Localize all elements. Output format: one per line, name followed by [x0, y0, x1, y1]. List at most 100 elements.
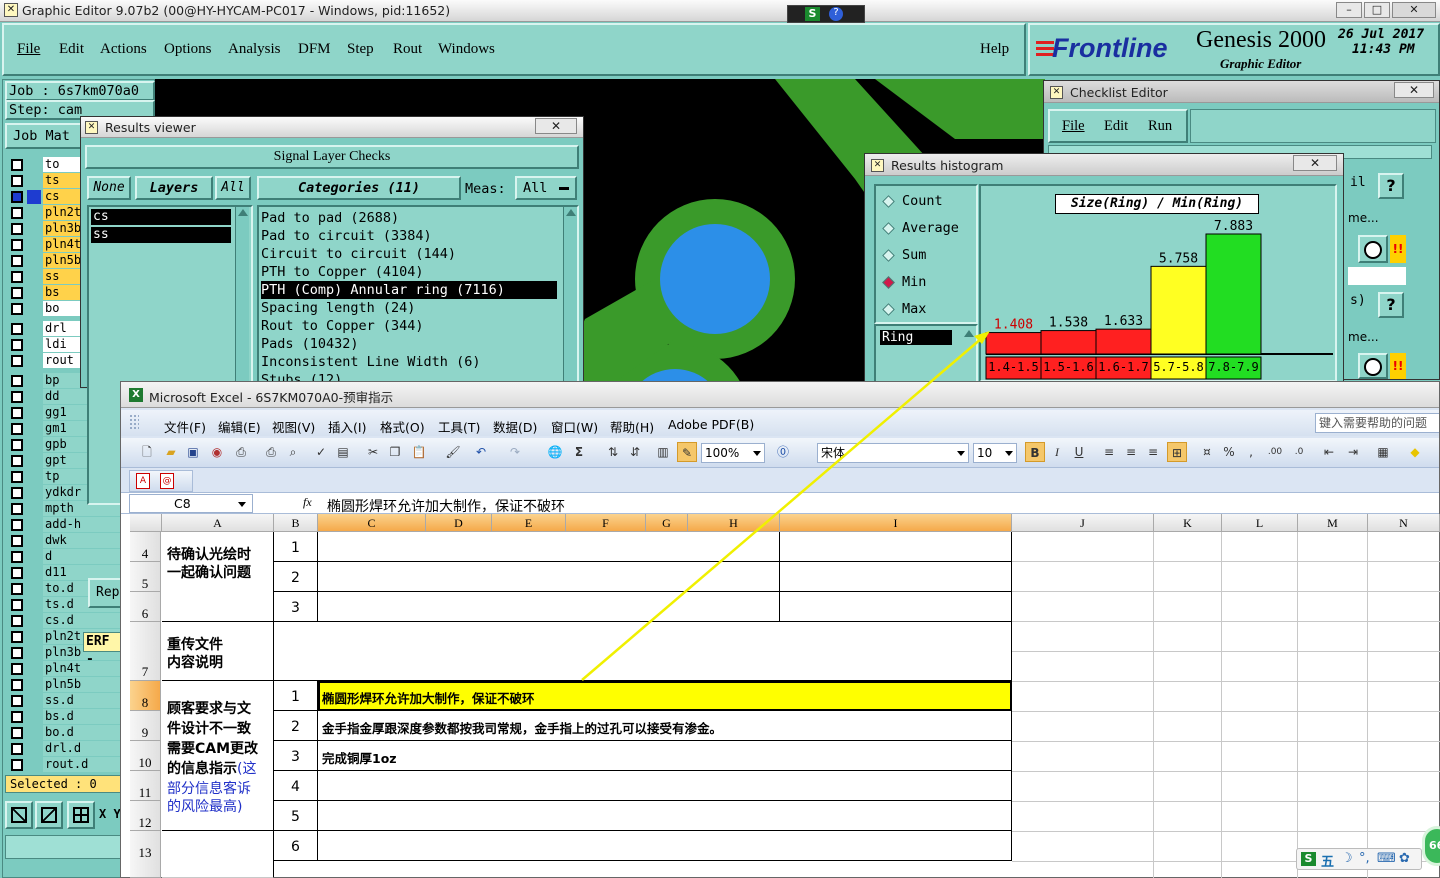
menu-options[interactable]: Options	[164, 41, 212, 58]
col-header-a[interactable]: A	[162, 514, 274, 532]
layer-row[interactable]: pln4t	[7, 661, 123, 677]
scroll-up-icon[interactable]	[566, 209, 576, 216]
ce-zoom-button-2[interactable]	[1358, 353, 1388, 379]
layer-checkbox[interactable]	[11, 255, 23, 267]
col-header-e[interactable]: E	[492, 514, 566, 532]
layer-checkbox[interactable]	[11, 355, 23, 367]
radio-icon[interactable]	[882, 195, 895, 208]
name-box[interactable]: C8	[129, 494, 253, 513]
col-header-k[interactable]: K	[1154, 514, 1222, 532]
col-header-b[interactable]: B	[274, 514, 318, 532]
category-item[interactable]: Inconsistent Line Width (6)	[261, 353, 480, 371]
open-icon[interactable]: ▰	[161, 442, 181, 462]
keyboard-icon[interactable]: ⌨	[1377, 851, 1396, 866]
layer-checkbox[interactable]	[11, 323, 23, 335]
measure-tool-button[interactable]	[35, 801, 63, 829]
layer-checkbox[interactable]	[11, 679, 23, 691]
cell-i4[interactable]	[780, 532, 1012, 562]
layer-row[interactable]: drl.d	[7, 741, 123, 757]
layer-checkbox[interactable]	[11, 191, 23, 203]
layer-row[interactable]: bo.d	[7, 725, 123, 741]
layer-row[interactable]: add-h	[7, 517, 123, 533]
menu-step[interactable]: Step	[347, 41, 374, 58]
stat-radio[interactable]: Average	[882, 219, 972, 239]
percent-icon[interactable]: %	[1219, 442, 1239, 462]
bold-icon[interactable]: B	[1025, 442, 1045, 462]
row-header[interactable]: 11	[130, 771, 161, 801]
menu-windows[interactable]: Windows	[438, 41, 495, 58]
preview-icon[interactable]: ⌕	[283, 442, 303, 462]
col-header-g[interactable]: G	[646, 514, 688, 532]
decrease-indent-icon[interactable]: ⇤	[1319, 442, 1339, 462]
hyperlink-icon[interactable]: 🌐	[545, 442, 565, 462]
dropdown-arrow-icon[interactable]	[238, 502, 246, 507]
font-size-combo[interactable]: 10	[973, 443, 1017, 463]
col-header-j[interactable]: J	[1012, 514, 1154, 532]
italic-icon[interactable]: I	[1047, 442, 1067, 462]
merge-center-icon[interactable]: ⊞	[1167, 442, 1187, 462]
col-header-l[interactable]: L	[1222, 514, 1298, 532]
col-header-d[interactable]: D	[426, 514, 492, 532]
new-icon[interactable]: 🗋	[137, 442, 157, 462]
scroll-up-icon[interactable]	[238, 209, 248, 216]
scroll-up-icon[interactable]	[964, 330, 974, 337]
layer-checkbox[interactable]	[11, 303, 23, 315]
menu-analysis[interactable]: Analysis	[228, 41, 281, 58]
underline-icon[interactable]: U	[1069, 442, 1089, 462]
rep-button[interactable]: Rep	[88, 578, 122, 608]
ce-close-button[interactable]: ✕	[1394, 82, 1434, 98]
col-header-c[interactable]: C	[318, 514, 426, 532]
close-button[interactable]: ✕	[1392, 2, 1436, 18]
align-left-icon[interactable]: ≡	[1099, 442, 1119, 462]
cell-i5[interactable]	[780, 562, 1012, 592]
layer-checkbox[interactable]	[11, 339, 23, 351]
layer-checkbox[interactable]	[11, 535, 23, 547]
borders-icon[interactable]: ▦	[1373, 442, 1393, 462]
dropdown-arrow-icon[interactable]	[1005, 451, 1013, 456]
rv-close-button[interactable]: ✕	[535, 118, 577, 134]
rv-meas-dropdown[interactable]: All	[515, 176, 577, 200]
currency-icon[interactable]: ¤	[1197, 442, 1217, 462]
help-search-box[interactable]: 键入需要帮助的问题	[1315, 413, 1439, 433]
stat-radio[interactable]: Max	[882, 300, 972, 320]
cell-c5[interactable]	[318, 562, 780, 592]
layer-checkbox[interactable]	[11, 567, 23, 579]
layer-checkbox[interactable]	[11, 599, 23, 611]
zoom-combo[interactable]: 100%	[701, 443, 765, 463]
job-matrix-button[interactable]: Job Mat	[5, 123, 83, 149]
layer-checkbox[interactable]	[11, 631, 23, 643]
cell-c6[interactable]	[318, 592, 780, 622]
hist-close-button[interactable]: ✕	[1293, 155, 1337, 171]
xl-menu-window[interactable]: 窗口(W)	[551, 417, 598, 436]
category-item[interactable]: Pads (10432)	[261, 335, 359, 353]
category-item[interactable]: Rout to Copper (344)	[261, 317, 424, 335]
layer-checkbox[interactable]	[11, 239, 23, 251]
menu-dfm[interactable]: DFM	[298, 41, 331, 58]
cell-c11[interactable]	[318, 771, 1012, 801]
layer-checkbox[interactable]	[11, 695, 23, 707]
layer-checkbox[interactable]	[11, 647, 23, 659]
print-preview-icon[interactable]: ⎙	[261, 442, 281, 462]
moon-icon[interactable]: ☽	[1341, 851, 1353, 866]
help-circle-icon[interactable]: ?	[829, 7, 843, 21]
drawing-icon[interactable]: ✎	[677, 442, 697, 462]
category-item[interactable]: Circuit to circuit (144)	[261, 245, 456, 263]
dropdown-arrow-icon[interactable]	[957, 451, 965, 456]
layer-checkbox[interactable]	[11, 423, 23, 435]
stat-radio[interactable]: Sum	[882, 246, 972, 266]
layer-checkbox[interactable]	[11, 743, 23, 755]
layer-checkbox[interactable]	[11, 375, 23, 387]
radio-icon[interactable]	[882, 249, 895, 262]
layer-checkbox[interactable]	[11, 407, 23, 419]
sogou-s-icon[interactable]: S	[1301, 852, 1316, 866]
category-item[interactable]: PTH (Comp) Annular ring (7116)	[261, 281, 557, 299]
layer-checkbox[interactable]	[11, 271, 23, 283]
layer-row[interactable]: pln5b	[7, 677, 123, 693]
align-right-icon[interactable]: ≡	[1143, 442, 1163, 462]
rv-none-button[interactable]: None	[87, 176, 131, 200]
menu-help[interactable]: Help	[980, 41, 1009, 58]
layer-row[interactable]: dwk	[7, 533, 123, 549]
layer-checkbox[interactable]	[11, 159, 23, 171]
ce-help-button-2[interactable]: ?	[1378, 292, 1404, 318]
cell-i6[interactable]	[780, 592, 1012, 622]
